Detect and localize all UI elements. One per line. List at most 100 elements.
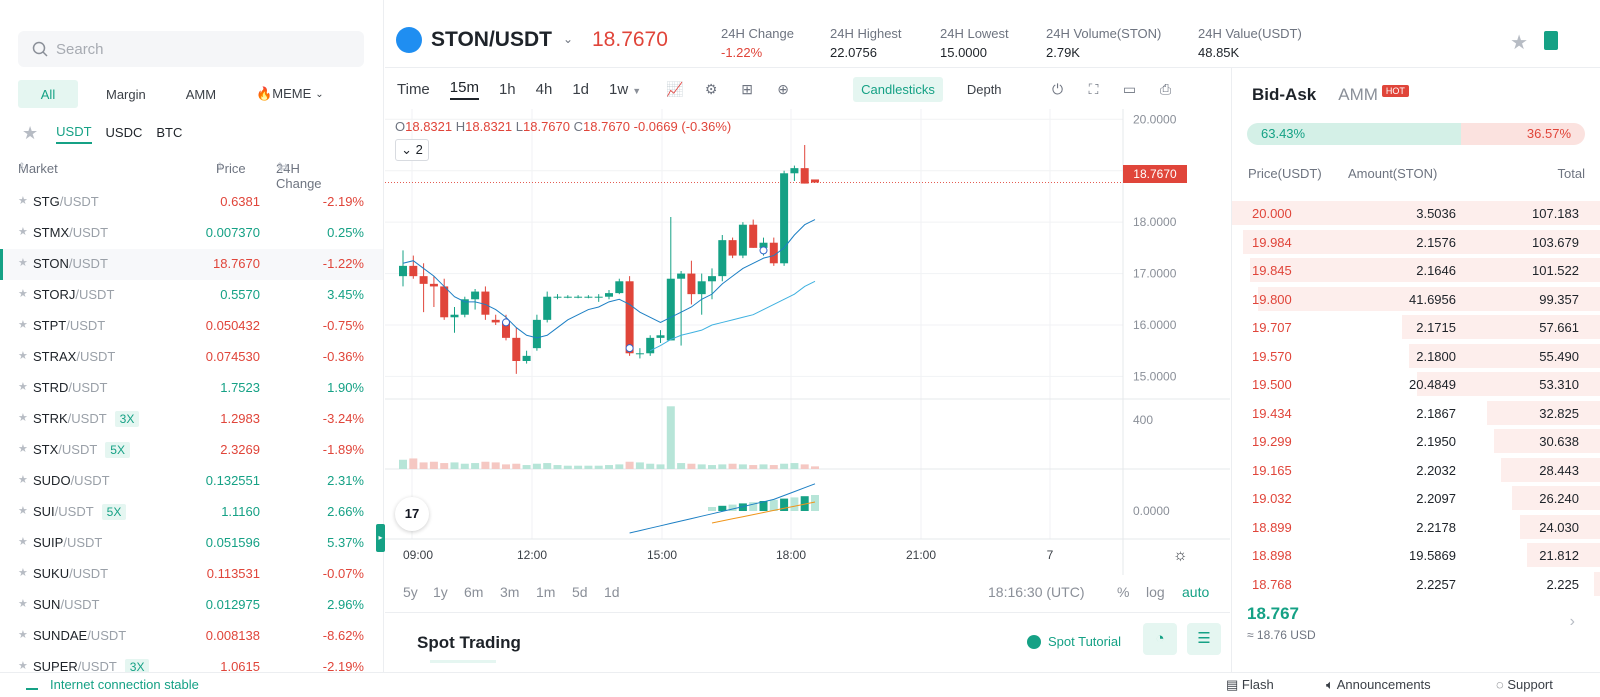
star-icon[interactable]: ★ xyxy=(18,382,28,393)
scale-percent[interactable]: % xyxy=(1117,584,1129,600)
favorites-star-icon[interactable]: ★ xyxy=(22,123,38,144)
market-row[interactable]: ★ STON/USDT 18.7670 -1.22% xyxy=(0,249,383,280)
market-row[interactable]: ★ STORJ/USDT 0.5570 3.45% xyxy=(0,280,383,311)
settings-icon[interactable]: ⚙ xyxy=(703,81,719,97)
market-row[interactable]: ★ STPT/USDT 0.050432 -0.75% xyxy=(0,311,383,342)
pair-name[interactable]: STON/USDT xyxy=(431,28,552,52)
ask-row[interactable]: 18.898 19.5869 21.812 xyxy=(1232,541,1600,570)
range-3m[interactable]: 3m xyxy=(500,584,519,600)
candlesticks-button[interactable]: Candlesticks xyxy=(853,76,943,102)
add-indicator-icon[interactable]: ⊕ xyxy=(775,81,791,97)
tab-margin[interactable]: Margin xyxy=(94,80,158,108)
market-row[interactable]: ★ SUPER/USDT 3X 1.0615 -2.19% xyxy=(0,652,383,672)
range-1m[interactable]: 1m xyxy=(536,584,555,600)
market-row[interactable]: ★ SUKU/USDT 0.113531 -0.07% xyxy=(0,559,383,590)
tab-usdt[interactable]: USDT xyxy=(56,124,92,144)
book-icon[interactable] xyxy=(1544,31,1558,50)
ask-row[interactable]: 19.800 41.6956 99.357 xyxy=(1232,285,1600,314)
tab-meme[interactable]: 🔥MEME ⌄ xyxy=(244,80,336,108)
scale-auto[interactable]: auto xyxy=(1182,584,1209,600)
ask-row[interactable]: 19.434 2.1867 32.825 xyxy=(1232,399,1600,428)
star-icon[interactable]: ★ xyxy=(18,599,28,610)
range-5d[interactable]: 5d xyxy=(572,584,588,600)
ask-row[interactable]: 18.768 2.2257 2.225 xyxy=(1232,570,1600,599)
flash-link[interactable]: ▤ Flash xyxy=(1226,677,1274,693)
ask-row[interactable]: 19.165 2.2032 28.443 xyxy=(1232,456,1600,485)
tf-4h[interactable]: 4h xyxy=(536,81,553,98)
star-icon[interactable]: ★ xyxy=(18,413,28,424)
indicator-toggle[interactable]: ⌄ 2 xyxy=(395,139,429,161)
spot-title[interactable]: Spot Trading xyxy=(417,633,521,653)
ask-row[interactable]: 19.707 2.1715 57.661 xyxy=(1232,313,1600,342)
ask-row[interactable]: 19.570 2.1800 55.490 xyxy=(1232,342,1600,371)
star-icon[interactable]: ★ xyxy=(18,475,28,486)
range-6m[interactable]: 6m xyxy=(464,584,483,600)
ask-row[interactable]: 19.845 2.1646 101.522 xyxy=(1232,256,1600,285)
star-icon[interactable]: ★ xyxy=(18,351,28,362)
star-icon[interactable]: ★ xyxy=(18,196,28,207)
tab-bid-ask[interactable]: Bid-Ask xyxy=(1252,85,1316,105)
ask-row[interactable]: 20.000 3.5036 107.183 xyxy=(1232,199,1600,228)
star-icon[interactable]: ★ xyxy=(18,444,28,455)
star-icon[interactable]: ★ xyxy=(18,258,28,269)
compare-icon[interactable]: ⊞ xyxy=(739,81,755,97)
star-icon[interactable]: ★ xyxy=(18,537,28,548)
favorite-star-icon[interactable]: ★ xyxy=(1510,30,1528,55)
tf-1d[interactable]: 1d xyxy=(572,81,589,98)
collapse-panel-handle[interactable]: ▸ xyxy=(376,524,385,552)
ask-row[interactable]: 19.500 20.4849 53.310 xyxy=(1232,370,1600,399)
market-row[interactable]: ★ STX/USDT 5X 2.3269 -1.89% xyxy=(0,435,383,466)
star-icon[interactable]: ★ xyxy=(18,661,28,672)
star-icon[interactable]: ★ xyxy=(18,320,28,331)
spot-tutorial-link[interactable]: Spot Tutorial xyxy=(1027,634,1121,649)
chevron-down-icon[interactable]: ⌄ xyxy=(563,32,573,46)
scale-log[interactable]: log xyxy=(1146,584,1165,600)
chevron-right-icon[interactable]: › xyxy=(1570,613,1575,631)
tf-time[interactable]: Time xyxy=(397,81,430,98)
star-icon[interactable]: ★ xyxy=(18,630,28,641)
market-row[interactable]: ★ SUI/USDT 5X 1.1160 2.66% xyxy=(0,497,383,528)
ask-row[interactable]: 18.899 2.2178 24.030 xyxy=(1232,513,1600,542)
depth-button[interactable]: Depth xyxy=(959,77,1010,102)
tab-usdc[interactable]: USDC xyxy=(106,125,143,143)
market-row[interactable]: ★ SUDO/USDT 0.132551 2.31% xyxy=(0,466,383,497)
tf-1h[interactable]: 1h xyxy=(499,81,516,98)
range-5y[interactable]: 5y xyxy=(403,584,418,600)
market-row[interactable]: ★ STG/USDT 0.6381 -2.19% xyxy=(0,187,383,218)
ask-row[interactable]: 19.984 2.1576 103.679 xyxy=(1232,228,1600,257)
tf-1w[interactable]: 1w ▼ xyxy=(609,81,641,98)
price-chart[interactable]: 20.000019.000018.000017.000016.000015.00… xyxy=(385,109,1230,614)
market-row[interactable]: ★ STRD/USDT 1.7523 1.90% xyxy=(0,373,383,404)
fullscreen-icon[interactable]: ⛶ xyxy=(1086,81,1102,97)
star-icon[interactable]: ★ xyxy=(18,289,28,300)
announcements-link[interactable]: 🔈︎ Announcements xyxy=(1326,677,1431,693)
market-row[interactable]: ★ SUN/USDT 0.012975 2.96% xyxy=(0,590,383,621)
ask-row[interactable]: 19.299 2.1950 30.638 xyxy=(1232,427,1600,456)
tab-btc[interactable]: BTC xyxy=(156,125,182,143)
market-row[interactable]: ★ STRK/USDT 3X 1.2983 -3.24% xyxy=(0,404,383,435)
market-row[interactable]: ★ STMX/USDT 0.007370 0.25% xyxy=(0,218,383,249)
market-row[interactable]: ★ SUNDAE/USDT 0.008138 -8.62% xyxy=(0,621,383,652)
tab-amm[interactable]: AMM HOT xyxy=(1338,85,1409,105)
tf-15m[interactable]: 15m xyxy=(449,79,479,100)
sliders-icon[interactable]: ☰ xyxy=(1187,623,1221,655)
range-1d[interactable]: 1d xyxy=(604,584,620,600)
range-1y[interactable]: 1y xyxy=(433,584,448,600)
market-row[interactable]: ★ STRAX/USDT 0.074530 -0.36% xyxy=(0,342,383,373)
power-icon[interactable]: ⏻ xyxy=(1050,81,1066,97)
tab-amm[interactable]: AMM xyxy=(174,80,228,108)
volume-bar xyxy=(440,463,449,469)
search-input[interactable]: Search xyxy=(18,31,364,67)
layout-icon[interactable]: ▭ xyxy=(1122,81,1138,97)
pie-chart-icon[interactable]: ◔ xyxy=(1143,623,1177,655)
ask-row[interactable]: 19.032 2.2097 26.240 xyxy=(1232,484,1600,513)
star-icon[interactable]: ★ xyxy=(18,227,28,238)
tab-all[interactable]: All xyxy=(18,80,78,108)
star-icon[interactable]: ★ xyxy=(18,506,28,517)
tradingview-logo-icon[interactable]: 17 xyxy=(395,497,429,531)
chart-type-icon[interactable]: 📈 xyxy=(666,81,683,97)
market-row[interactable]: ★ SUIP/USDT 0.051596 5.37% xyxy=(0,528,383,559)
camera-icon[interactable]: ⎙ xyxy=(1158,81,1174,97)
star-icon[interactable]: ★ xyxy=(18,568,28,579)
support-link[interactable]: ◌ Support xyxy=(1496,677,1553,692)
